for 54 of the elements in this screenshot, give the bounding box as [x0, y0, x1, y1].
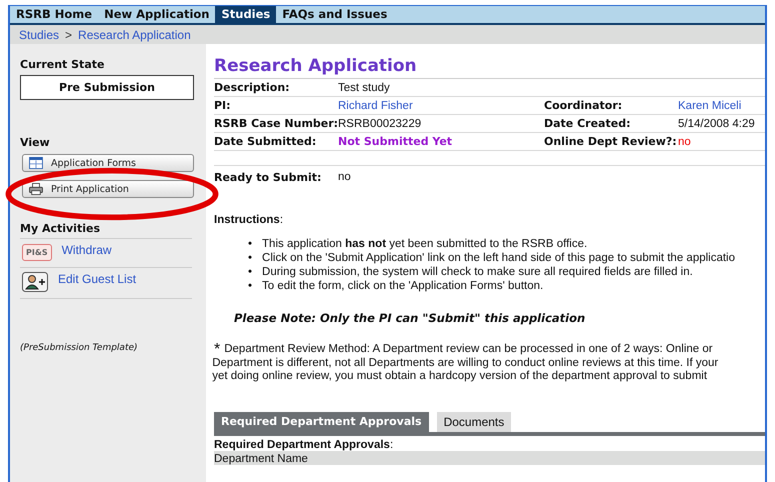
add-person-icon [22, 272, 48, 292]
page-title: Research Application [214, 56, 765, 79]
table-icon [29, 157, 43, 169]
field-value: no [678, 136, 691, 148]
person-link[interactable]: Karen Miceli [678, 100, 742, 112]
field-value: no [338, 171, 351, 183]
footnote-text: Department Review Method: A Department review can be processed in one of 2 ways: Online or [224, 343, 714, 356]
field-value: Not Submitted Yet [338, 135, 454, 148]
badge-icon: PI&S [22, 244, 52, 261]
bullet: • [248, 237, 252, 251]
nav-tab[interactable]: Studies [215, 6, 276, 23]
nav-tab[interactable]: RSRB Home [10, 6, 98, 23]
view-button[interactable]: Print Application [22, 180, 194, 198]
field-label: Online Dept Review?: [544, 135, 678, 148]
nav-tab[interactable]: New Application [98, 6, 216, 23]
breadcrumb-link[interactable]: Studies [19, 28, 60, 42]
bullet: • [248, 251, 252, 265]
note-text: Please Note: Only the PI can "Submit" this application [234, 311, 586, 325]
field-label: Coordinator: [544, 99, 624, 112]
template-note: (PreSubmission Template) [20, 343, 139, 353]
field-label: Description: [214, 81, 291, 94]
footnote-text: Department is different, not all Departments are willing to conduct online reviews at this time. If your [212, 356, 718, 370]
activity-link[interactable]: Withdraw [62, 243, 112, 257]
instructions-heading: Instructions: [214, 214, 284, 226]
section-heading: My Activities [20, 222, 192, 239]
view-button[interactable]: Application Forms [22, 154, 194, 172]
field-label: PI: [214, 99, 232, 112]
instruction-text: To edit the form, click on the 'Application Forms' button. [262, 279, 544, 293]
instruction-text: This application has not yet been submitted to the RSRB office. [262, 237, 588, 251]
person-link[interactable]: Richard Fisher [338, 100, 544, 112]
field-value: 5/14/2008 4:29 [678, 118, 755, 130]
bullet: • [248, 279, 252, 293]
printer-icon [29, 183, 43, 195]
field-label: RSRB Case Number: [214, 117, 338, 130]
field-value: Test study [338, 82, 391, 94]
instruction-text: Click on the 'Submit Application' link on the left hand side of this page to submit the applicatio [262, 251, 736, 265]
breadcrumb-separator: > [65, 28, 72, 42]
field-value: RSRB00023229 [338, 118, 422, 130]
bullet: • [248, 265, 252, 279]
nav-tab[interactable]: FAQs and Issues [276, 6, 394, 23]
column-header: Department Name [214, 450, 765, 464]
breadcrumb-link[interactable]: Research Application [78, 28, 191, 42]
state-label: Pre Submission [20, 75, 194, 100]
tab[interactable]: Required Department Approvals [214, 412, 429, 432]
section-heading: Required Department Approvals: [214, 438, 394, 450]
footnote-text: yet doing online review, you must obtain a hardcopy version of the department approval to submit [212, 370, 708, 384]
activity-link[interactable]: Edit Guest List [58, 272, 136, 286]
instruction-text: During submission, the system will check to make sure all required fields are filled in. [262, 265, 693, 279]
field-label: Date Submitted: [214, 135, 318, 148]
section-heading: View [20, 136, 51, 149]
field-label: Date Created: [544, 117, 632, 130]
tab[interactable]: Documents [436, 412, 512, 432]
field-label: Ready to Submit: [214, 170, 322, 184]
section-heading: Current State [20, 58, 106, 71]
